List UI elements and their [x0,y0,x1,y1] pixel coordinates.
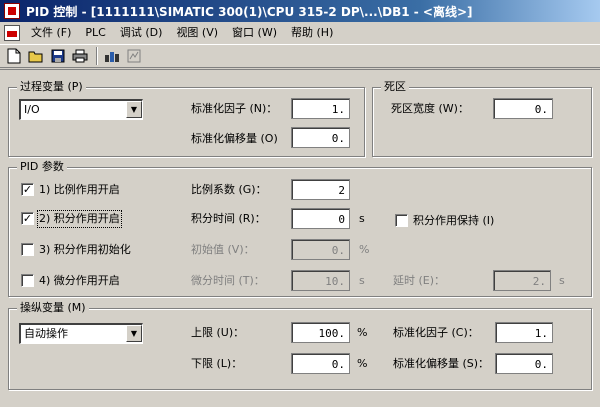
window-title: PID 控制 - [1111111\SIMATIC 300(1)\CPU 315… [26,4,473,19]
pid-panel: 过程变量 (P) I/O ▼ 标准化因子 (N)： 1. 标准化偏移量 (O) … [0,69,600,407]
gain-input[interactable]: 2 [291,179,350,200]
pid-parameters-title: PID 参数 [17,160,67,174]
save-icon[interactable] [48,46,68,66]
d-action-label[interactable]: 4) 微分作用开启 [39,274,120,288]
d-action-checkbox[interactable] [21,274,34,287]
menu-plc[interactable]: PLC [78,23,112,43]
menu-file[interactable]: 文件 (F) [24,23,78,43]
deadband-title: 死区 [381,80,409,94]
pid-parameters-group: PID 参数 ✓ 1) 比例作用开启 ✓ 2) 积分作用开启 3) 积分作用初始… [8,160,592,297]
deadband-width-label: 死区宽度 (W)： [391,102,469,115]
manipulated-variable-selected: 自动操作 [24,327,68,340]
manipulated-variable-group: 操纵变量 (M) 自动操作 ▼ 上限 (U)： 100. % 下限 (L)： 0… [8,301,592,390]
i-init-label[interactable]: 3) 积分作用初始化 [39,243,131,257]
ti-label: 积分时间 (R)： [191,212,266,225]
manipulated-variable-title: 操纵变量 (M) [17,301,89,315]
init-value-unit: % [359,243,370,256]
title-bar: PID 控制 - [1111111\SIMATIC 300(1)\CPU 315… [0,0,600,22]
toolbar-separator [96,47,98,65]
norm-factor-input[interactable]: 1. [291,98,350,119]
manipulated-variable-select[interactable]: 自动操作 ▼ [19,323,143,344]
ti-input[interactable]: 0 [291,208,350,229]
upper-limit-unit: % [357,326,368,339]
norm-offset-input[interactable]: 0. [291,127,350,148]
td-unit: s [359,274,365,287]
delay-unit: s [559,274,565,287]
mv-norm-offset-label: 标准化偏移量 (S)： [393,357,490,370]
i-hold-label[interactable]: 积分作用保持 (I) [413,214,494,228]
lower-limit-input[interactable]: 0. [291,353,350,374]
document-icon[interactable] [4,25,20,41]
norm-offset-label: 标准化偏移量 (O) [191,132,278,145]
p-action-checkbox[interactable]: ✓ [21,183,34,196]
i-action-label[interactable]: 2) 积分作用开启 [37,210,122,228]
td-input: 10. [291,270,350,291]
open-icon[interactable] [26,46,46,66]
deadband-group: 死区 死区宽度 (W)： 0. [372,80,592,157]
init-value-label: 初始值 (V)： [191,243,255,256]
toolbar [0,44,600,68]
lower-limit-label: 下限 (L)： [191,357,243,370]
upper-limit-input[interactable]: 100. [291,322,350,343]
lower-limit-unit: % [357,357,368,370]
menu-bar: 文件 (F) PLC 调试 (D) 视图 (V) 窗口 (W) 帮助 (H) [0,22,600,44]
process-variable-group: 过程变量 (P) I/O ▼ 标准化因子 (N)： 1. 标准化偏移量 (O) … [8,80,365,157]
download-icon[interactable] [102,46,122,66]
i-init-checkbox[interactable] [21,243,34,256]
upper-limit-label: 上限 (U)： [191,326,245,339]
chevron-down-icon[interactable]: ▼ [126,325,142,342]
td-label: 微分时间 (T)： [191,274,265,287]
p-action-label[interactable]: 1) 比例作用开启 [39,183,120,197]
process-variable-select[interactable]: I/O ▼ [19,99,143,120]
delay-input: 2. [493,270,551,291]
menu-debug[interactable]: 调试 (D) [113,23,170,43]
mv-norm-factor-label: 标准化因子 (C)： [393,326,479,339]
delay-label: 延时 (E)： [393,274,446,287]
mv-norm-factor-input[interactable]: 1. [495,322,553,343]
menu-help[interactable]: 帮助 (H) [284,23,340,43]
chevron-down-icon[interactable]: ▼ [126,101,142,118]
deadband-width-input[interactable]: 0. [493,98,553,119]
print-icon[interactable] [70,46,90,66]
norm-factor-label: 标准化因子 (N)： [191,102,278,115]
i-action-checkbox[interactable]: ✓ [21,212,34,225]
gain-label: 比例系数 (G)： [191,183,267,196]
process-variable-selected: I/O [24,103,40,116]
process-variable-title: 过程变量 (P) [17,80,86,94]
init-value-input: 0. [291,239,350,260]
mv-norm-offset-input[interactable]: 0. [495,353,553,374]
new-icon[interactable] [4,46,24,66]
app-icon[interactable] [4,3,20,19]
menu-view[interactable]: 视图 (V) [169,23,225,43]
monitor-icon[interactable] [124,46,144,66]
ti-unit: s [359,212,365,225]
i-hold-checkbox[interactable] [395,214,408,227]
menu-window[interactable]: 窗口 (W) [225,23,284,43]
